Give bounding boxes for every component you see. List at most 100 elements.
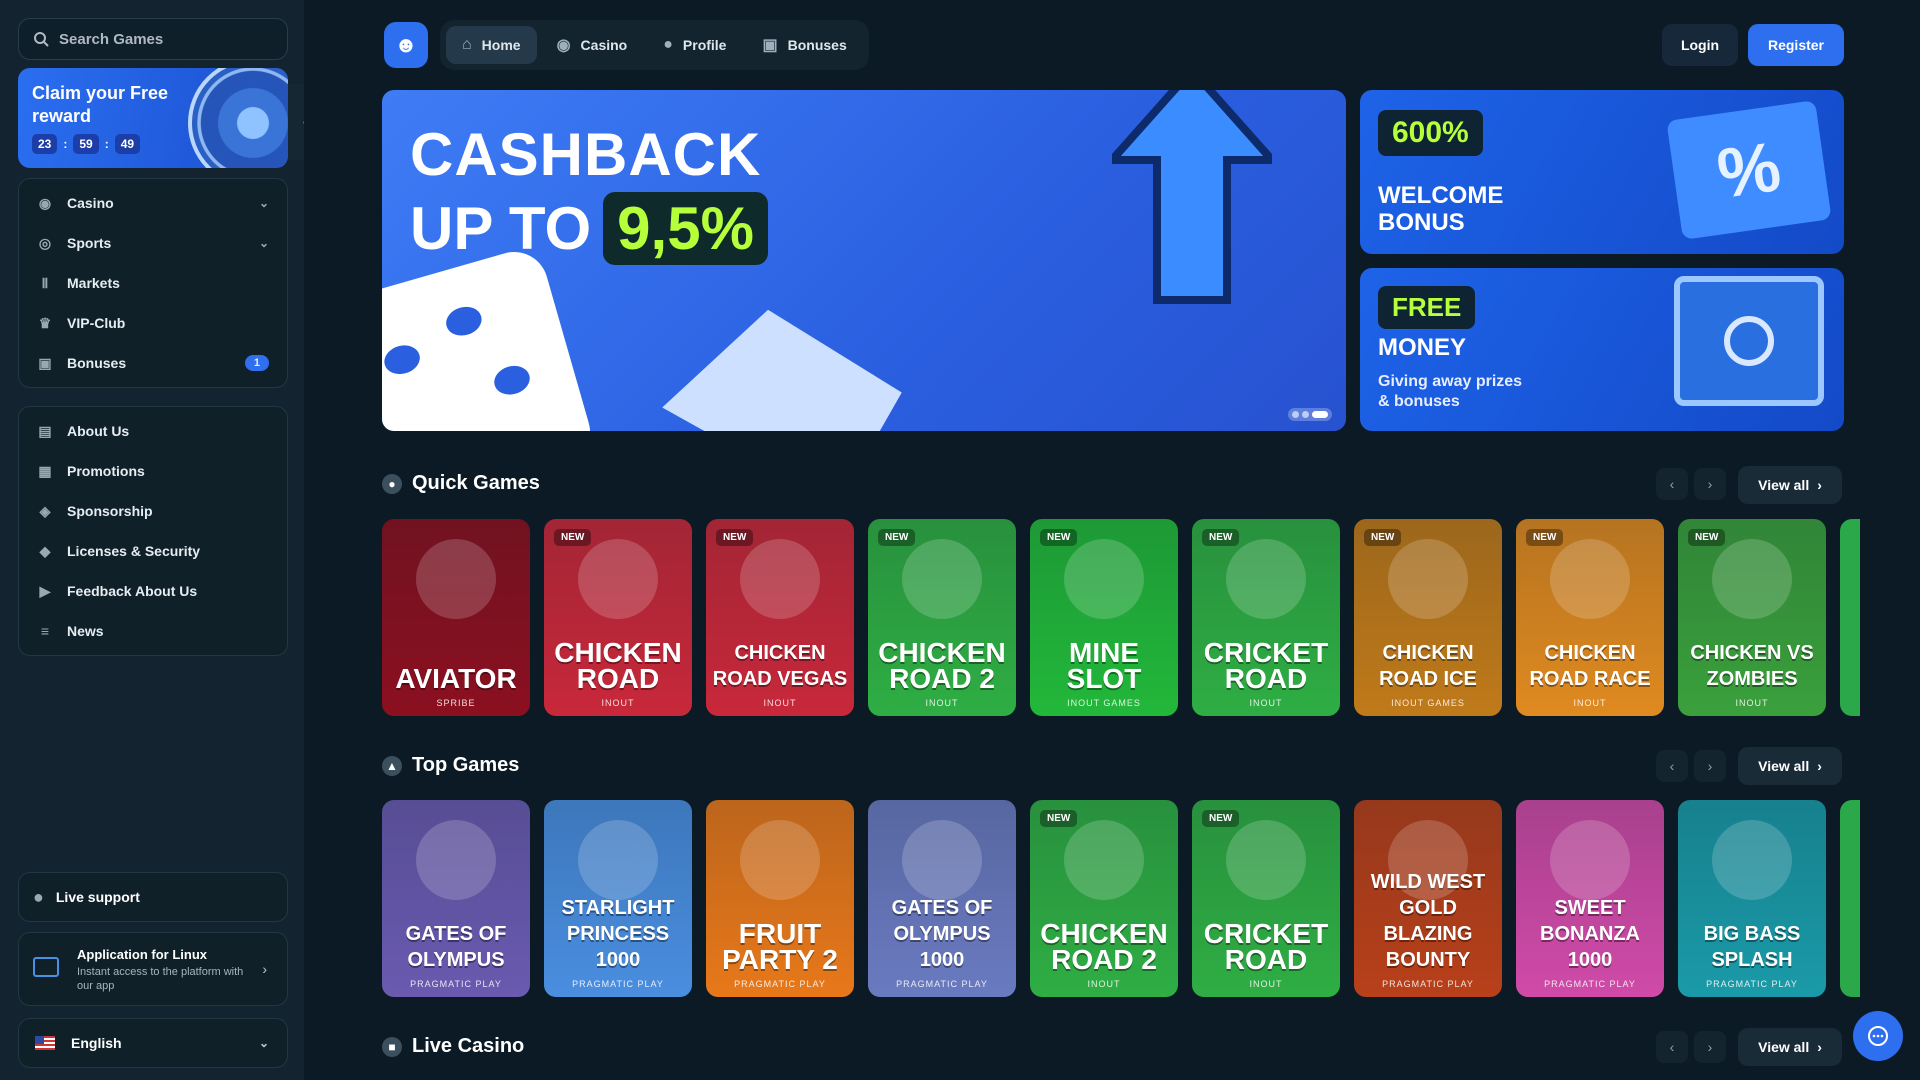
game-card[interactable]: NEW CHICKEN ROAD 2 INOUT	[1030, 800, 1178, 997]
game-artwork	[1064, 820, 1144, 900]
sidebar-item-sports[interactable]: ◎ Sports ⌄	[19, 223, 287, 263]
next-button[interactable]: ›	[1694, 1031, 1726, 1063]
sidebar-item-vip-club[interactable]: ♛ VIP-Club	[19, 303, 287, 343]
game-artwork	[740, 539, 820, 619]
hero-pagination	[1288, 408, 1332, 421]
game-card[interactable]: NEW CHICKEN ROAD VEGAS INOUT	[706, 519, 854, 716]
app-download-card[interactable]: Application for Linux Instant access to …	[18, 932, 288, 1006]
game-card[interactable]: FRUIT PARTY 2 PRAGMATIC PLAY	[706, 800, 854, 997]
tab-casino[interactable]: ◉ Casino	[541, 26, 644, 64]
ball-icon: ◎	[38, 234, 52, 251]
free-money-banner[interactable]: FREE MONEY Giving away prizes & bonuses	[1360, 268, 1844, 431]
hero-prev-button[interactable]: ‹	[396, 379, 432, 415]
hero-next-button[interactable]: ›	[440, 379, 476, 415]
next-button[interactable]: ›	[1694, 468, 1726, 500]
tab-home[interactable]: ⌂ Home	[446, 26, 537, 64]
promo-badge: 600%	[1378, 110, 1483, 156]
tab-label: Home	[481, 37, 521, 53]
page-dot-active[interactable]	[1312, 411, 1328, 418]
prev-button[interactable]: ‹	[1656, 750, 1688, 782]
live-support-label: Live support	[55, 889, 140, 905]
game-artwork	[902, 820, 982, 900]
sidebar-item-about-us[interactable]: ▤ About Us	[19, 411, 287, 451]
newspaper-icon: ≡	[40, 623, 50, 639]
game-card-peek[interactable]	[1840, 519, 1860, 716]
game-card[interactable]: NEW CHICKEN ROAD ICE INOUT GAMES	[1354, 519, 1502, 716]
game-title: GATES OF OLYMPUS 1000	[891, 897, 993, 971]
chat-bubble-icon: ●	[33, 886, 44, 907]
game-card[interactable]: NEW CHICKEN ROAD RACE INOUT	[1516, 519, 1664, 716]
game-card[interactable]: GATES OF OLYMPUS 1000 PRAGMATIC PLAY	[868, 800, 1016, 997]
timer-seconds: 49	[114, 134, 141, 154]
game-title: STARLIGHT PRINCESS 1000	[561, 897, 675, 971]
sidebar-item-promotions[interactable]: ▦ Promotions	[19, 451, 287, 491]
game-card[interactable]: BIG BASS SPLASH PRAGMATIC PLAY	[1678, 800, 1826, 997]
sidebar-item-label: Markets	[67, 275, 120, 291]
game-card[interactable]: NEW CHICKEN VS ZOMBIES INOUT	[1678, 519, 1826, 716]
game-card[interactable]: SWEET BONANZA 1000 PRAGMATIC PLAY	[1516, 800, 1664, 997]
welcome-bonus-banner[interactable]: % 600% WELCOME BONUS	[1360, 90, 1844, 254]
promo-subtitle: Giving away prizes & bonuses	[1378, 373, 1523, 410]
tab-profile[interactable]: ● Profile	[647, 26, 742, 64]
gift-icon: ▣	[762, 37, 778, 54]
free-reward-banner[interactable]: Claim your Free reward 23: 59: 49	[18, 68, 288, 168]
reward-title: Claim your Free reward	[32, 83, 169, 126]
game-artwork	[1388, 539, 1468, 619]
hero-banner[interactable]: CASHBACK UP TO 9,5% ‹ ›	[382, 90, 1346, 431]
sidebar-item-sponsorship[interactable]: ◈ Sponsorship	[19, 491, 287, 531]
site-logo[interactable]: ☻	[384, 22, 428, 68]
game-card[interactable]: GATES OF OLYMPUS PRAGMATIC PLAY	[382, 800, 530, 997]
sidebar-item-licenses-security[interactable]: ◆ Licenses & Security	[19, 531, 287, 571]
medal-icon: ◈	[39, 502, 51, 519]
game-provider: INOUT	[1087, 979, 1121, 989]
main-menu: ◉ Casino ⌄ ◎ Sports ⌄ Ⅱ Markets ♛ VIP-Club ▣ Bonuse…	[18, 178, 288, 388]
game-title: MINE SLOT	[1066, 637, 1142, 694]
language-label: English	[71, 1035, 122, 1051]
game-card[interactable]: AVIATOR SPRIBE	[382, 519, 530, 716]
hero-line2: UP TO 9,5%	[410, 192, 768, 265]
quick-games-heading: ● Quick Games	[382, 472, 540, 495]
game-card[interactable]: NEW MINE SLOT INOUT GAMES	[1030, 519, 1178, 716]
chat-button[interactable]	[1853, 1011, 1903, 1061]
login-button[interactable]: Login	[1662, 24, 1738, 66]
quick-games-row: AVIATOR SPRIBE NEW CHICKEN ROAD INOUT NEW CHIC…	[382, 519, 1860, 716]
sidebar-item-bonuses[interactable]: ▣ Bonuses 1	[19, 343, 287, 383]
game-card[interactable]: WILD WEST GOLD BLAZING BOUNTY PRAGMATIC P…	[1354, 800, 1502, 997]
quick-games-view-all[interactable]: View all ›	[1738, 466, 1842, 504]
game-card[interactable]: STARLIGHT PRINCESS 1000 PRAGMATIC PLAY	[544, 800, 692, 997]
chevron-left-icon: ‹	[411, 388, 417, 405]
game-title: CHICKEN ROAD	[554, 637, 682, 694]
notification-badge: 1	[244, 355, 269, 371]
page-dot[interactable]	[1292, 411, 1299, 418]
promo-title: WELCOME BONUS	[1378, 182, 1504, 236]
top-games-arrows: ‹ ›	[1656, 750, 1726, 782]
tab-bonuses[interactable]: ▣ Bonuses	[746, 26, 862, 64]
game-card-peek[interactable]	[1840, 800, 1860, 997]
language-selector[interactable]: English ⌄	[18, 1018, 288, 1068]
new-badge: NEW	[716, 529, 754, 546]
app-subtitle: Instant access to the platform with our …	[77, 966, 244, 992]
sidebar-item-markets[interactable]: Ⅱ Markets	[19, 263, 287, 303]
tab-label: Casino	[580, 37, 628, 53]
game-card[interactable]: NEW CHICKEN ROAD INOUT	[544, 519, 692, 716]
section-title: Live Casino	[412, 1035, 525, 1057]
live-support-button[interactable]: ● Live support	[18, 872, 288, 922]
view-all-label: View all	[1758, 1039, 1810, 1055]
chevron-right-icon: ›	[1817, 477, 1822, 493]
sidebar-item-news[interactable]: ≡ News	[19, 611, 287, 651]
game-card[interactable]: NEW CHICKEN ROAD 2 INOUT	[868, 519, 1016, 716]
next-button[interactable]: ›	[1694, 750, 1726, 782]
book-icon: ▤	[38, 422, 52, 439]
sidebar-item-casino[interactable]: ◉ Casino ⌄	[19, 183, 287, 223]
sidebar-item-feedback-about-us[interactable]: ▶ Feedback About Us	[19, 571, 287, 611]
register-button[interactable]: Register	[1748, 24, 1844, 66]
search-input[interactable]: Search Games	[18, 18, 288, 60]
prev-button[interactable]: ‹	[1656, 468, 1688, 500]
page-dot[interactable]	[1302, 411, 1309, 418]
game-card[interactable]: NEW CRICKET ROAD INOUT	[1192, 519, 1340, 716]
game-title: FRUIT PARTY 2	[722, 918, 838, 975]
top-games-view-all[interactable]: View all ›	[1738, 747, 1842, 785]
live-casino-view-all[interactable]: View all ›	[1738, 1028, 1842, 1066]
game-card[interactable]: NEW CRICKET ROAD INOUT	[1192, 800, 1340, 997]
prev-button[interactable]: ‹	[1656, 1031, 1688, 1063]
